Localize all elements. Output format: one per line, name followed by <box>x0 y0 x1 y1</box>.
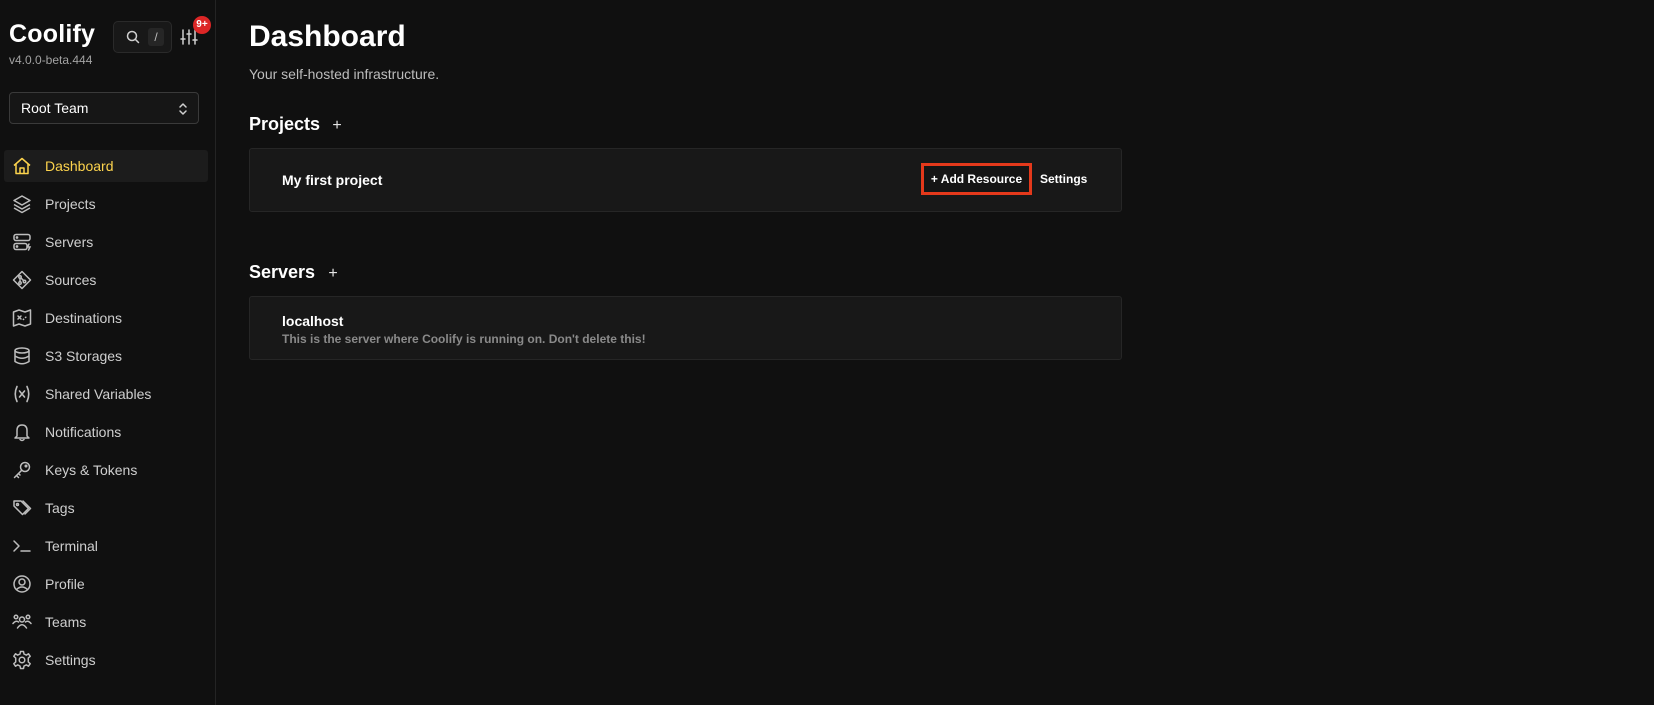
sidebar-item-settings[interactable]: Settings <box>4 644 208 676</box>
sidebar-item-servers[interactable]: Servers <box>4 226 208 258</box>
sidebar-item-dashboard[interactable]: Dashboard <box>4 150 208 182</box>
gear-icon <box>12 650 32 670</box>
sidebar-nav: Dashboard Projects Servers Sources Desti… <box>0 150 208 682</box>
sidebar-item-label: Keys & Tokens <box>45 462 138 478</box>
server-description: This is the server where Coolify is runn… <box>282 332 646 346</box>
team-select-value: Root Team <box>21 100 89 116</box>
bell-icon <box>12 422 32 442</box>
sidebar-item-label: Projects <box>45 196 96 212</box>
sidebar-item-label: Settings <box>45 652 96 668</box>
sidebar-item-destinations[interactable]: Destinations <box>4 302 208 334</box>
sidebar-item-sources[interactable]: Sources <box>4 264 208 296</box>
sidebar-item-label: Shared Variables <box>45 386 152 402</box>
search-shortcut: / <box>148 28 164 46</box>
team-select[interactable]: Root Team <box>9 92 199 124</box>
app-brand[interactable]: Coolify <box>9 20 95 49</box>
sidebar-item-tags[interactable]: Tags <box>4 492 208 524</box>
sidebar-item-label: Tags <box>45 500 75 516</box>
notification-badge: 9+ <box>193 16 211 34</box>
servers-heading: Servers <box>249 262 316 282</box>
layers-icon <box>12 194 32 214</box>
sidebar-item-label: Terminal <box>45 538 98 554</box>
sidebar-item-label: S3 Storages <box>45 348 123 364</box>
sidebar-item-teams[interactable]: Teams <box>4 606 208 638</box>
user-circle-icon <box>12 574 32 594</box>
page-title: Dashboard <box>249 20 406 53</box>
page-subtitle: Your self-hosted infrastructure. <box>249 66 440 82</box>
sidebar-item-label: Dashboard <box>45 158 114 174</box>
sidebar-item-notifications[interactable]: Notifications <box>4 416 208 448</box>
sidebar-item-label: Servers <box>45 234 94 250</box>
sidebar-item-profile[interactable]: Profile <box>4 568 208 600</box>
sidebar-item-label: Sources <box>45 272 97 288</box>
database-icon <box>12 346 32 366</box>
server-icon <box>12 232 32 252</box>
search-icon <box>125 29 141 45</box>
sidebar-item-label: Profile <box>45 576 85 592</box>
project-card[interactable]: My first project + Add Resource Settings <box>249 148 1122 212</box>
add-project-button[interactable]: + <box>330 118 344 134</box>
sidebar-item-terminal[interactable]: Terminal <box>4 530 208 562</box>
app-version: v4.0.0-beta.444 <box>9 53 93 67</box>
home-icon <box>12 156 32 176</box>
chevron-up-down-icon <box>176 101 190 117</box>
sidebar-item-projects[interactable]: Projects <box>4 188 208 220</box>
projects-heading: Projects <box>249 114 321 134</box>
sidebar-item-label: Notifications <box>45 424 122 440</box>
server-name: localhost <box>282 313 344 329</box>
sidebar-item-label: Destinations <box>45 310 123 326</box>
users-icon <box>12 612 32 632</box>
terminal-icon <box>12 536 32 556</box>
search-button[interactable]: / <box>113 21 172 53</box>
server-card[interactable]: localhost This is the server where Cooli… <box>249 296 1122 360</box>
variable-icon <box>12 384 32 404</box>
project-settings-link[interactable]: Settings <box>1040 172 1087 186</box>
sidebar: Coolify v4.0.0-beta.444 / 9+ Root Team D… <box>0 0 216 705</box>
add-server-button[interactable]: + <box>326 266 340 282</box>
map-icon <box>12 308 32 328</box>
tags-icon <box>12 498 32 518</box>
add-resource-button[interactable]: + Add Resource <box>921 163 1032 195</box>
key-icon <box>12 460 32 480</box>
sidebar-item-s3-storages[interactable]: S3 Storages <box>4 340 208 372</box>
project-name: My first project <box>282 172 383 188</box>
sidebar-item-shared-variables[interactable]: Shared Variables <box>4 378 208 410</box>
sidebar-item-keys-tokens[interactable]: Keys & Tokens <box>4 454 208 486</box>
git-icon <box>12 270 32 290</box>
sidebar-item-label: Teams <box>45 614 87 630</box>
